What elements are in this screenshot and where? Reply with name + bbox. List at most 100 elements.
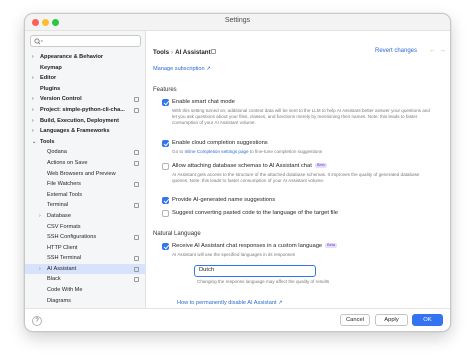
sidebar-item-build[interactable]: › Build, Execution, Deployment xyxy=(25,116,146,127)
sidebar-item-code-with-me[interactable]: Code With Me xyxy=(25,285,146,296)
breadcrumb-parent[interactable]: Tools xyxy=(153,49,169,56)
chevron-right-icon: › xyxy=(32,54,34,60)
project-level-icon xyxy=(134,97,139,103)
project-level-icon xyxy=(134,277,139,283)
project-level-icon xyxy=(134,160,139,166)
manage-subscription-link[interactable]: Manage subscription ↗ xyxy=(153,66,211,72)
breadcrumb-separator: › xyxy=(171,49,174,56)
cloud-completion-desc-suffix: to fine-tune completion suggestions xyxy=(248,149,323,154)
sidebar-item-diagrams[interactable]: Diagrams xyxy=(25,296,146,307)
breadcrumb-current: AI Assistant xyxy=(175,49,211,56)
sidebar-item-label: CSV Formats xyxy=(47,223,81,230)
language-hint: Changing the response language may affec… xyxy=(197,279,330,284)
sidebar-item-label: External Tools xyxy=(47,191,83,198)
sidebar-item-label: Editor xyxy=(40,75,57,82)
sidebar-item-label: Build, Execution, Deployment xyxy=(40,117,119,124)
db-schemas-description: AI Assistant gets access to the structur… xyxy=(172,172,420,183)
chevron-down-icon: ⌄ xyxy=(32,138,37,145)
db-schemas-checkbox[interactable] xyxy=(162,163,169,170)
title-bar: Settings xyxy=(25,14,450,31)
sidebar-item-label: Languages & Frameworks xyxy=(40,128,110,135)
apply-button[interactable]: Apply xyxy=(375,314,408,326)
project-level-icon xyxy=(134,256,139,262)
db-schemas-label-text: Allow attaching database schemas to AI A… xyxy=(172,162,312,169)
sidebar-item-ssh-terminal[interactable]: SSH Terminal xyxy=(25,253,146,264)
sidebar-item-label: SSH Terminal xyxy=(47,255,82,262)
sidebar-item-http-client[interactable]: HTTP Client xyxy=(25,243,146,254)
inline-completion-settings-link[interactable]: Inline Completion settings page xyxy=(185,149,249,154)
cloud-completion-desc-prefix: Go to xyxy=(172,149,185,154)
sidebar-item-label: AI Assistant xyxy=(47,265,77,272)
ok-button[interactable]: OK xyxy=(412,314,443,326)
sidebar-item-label: Database xyxy=(47,212,71,219)
sidebar-item-appearance[interactable]: › Appearance & Behavior xyxy=(25,52,146,63)
sidebar-item-label: Plugins xyxy=(40,85,61,92)
sidebar-item-label: Black xyxy=(47,276,61,283)
beta-badge: Beta xyxy=(325,242,337,248)
sidebar-item-plugins[interactable]: Plugins xyxy=(25,84,146,95)
smart-chat-description: With this setting turned on, additional … xyxy=(172,108,430,125)
sidebar-item-languages[interactable]: › Languages & Frameworks xyxy=(25,126,146,137)
smart-chat-checkbox[interactable] xyxy=(162,99,169,106)
chevron-right-icon: › xyxy=(32,75,34,82)
custom-language-label: Receive AI Assistant chat responses in a… xyxy=(172,242,337,249)
chevron-right-icon: › xyxy=(32,128,34,135)
db-schemas-label: Allow attaching database schemas to AI A… xyxy=(172,162,327,169)
project-level-icon xyxy=(134,182,139,188)
sidebar-item-keymap[interactable]: Keymap xyxy=(25,63,146,74)
help-icon[interactable]: ? xyxy=(32,316,42,326)
sidebar-item-label: HTTP Client xyxy=(47,244,78,251)
sidebar-item-label: Tools xyxy=(40,138,55,145)
sidebar-item-editor[interactable]: › Editor xyxy=(25,73,146,84)
settings-sidebar: › Appearance & Behavior Keymap › Editor … xyxy=(25,31,146,331)
sidebar-item-tools[interactable]: ⌄ Tools xyxy=(25,137,146,148)
cloud-completion-label: Enable cloud completion suggestions xyxy=(172,139,268,146)
convert-paste-checkbox[interactable] xyxy=(162,210,169,217)
sidebar-item-version-control[interactable]: › Version Control xyxy=(25,94,146,105)
response-language-input[interactable]: Dutch xyxy=(194,265,316,277)
back-arrow-icon[interactable]: ← xyxy=(429,47,436,54)
settings-tree: › Appearance & Behavior Keymap › Editor … xyxy=(25,52,146,306)
sidebar-item-database[interactable]: › Database xyxy=(25,211,146,222)
cloud-completion-checkbox[interactable] xyxy=(162,140,169,147)
dialog-footer: ? Cancel Apply OK xyxy=(25,308,450,331)
sidebar-item-ai-assistant[interactable]: › AI Assistant xyxy=(25,263,146,275)
chevron-right-icon: › xyxy=(39,212,41,219)
sidebar-item-label: Web Browsers and Preview xyxy=(47,170,116,177)
sidebar-item-label: Diagrams xyxy=(47,297,71,304)
disable-ai-assistant-link[interactable]: How to permanently disable AI Assistant … xyxy=(177,300,283,306)
custom-language-checkbox[interactable] xyxy=(162,243,169,250)
smart-chat-label: Enable smart chat mode xyxy=(172,98,235,105)
sidebar-item-project[interactable]: › Project: simple-python-cli-cha... xyxy=(25,105,146,116)
features-section-title: Features xyxy=(153,87,177,93)
sidebar-item-external-tools[interactable]: External Tools xyxy=(25,190,146,201)
project-level-icon xyxy=(134,150,139,156)
sidebar-item-black[interactable]: Black xyxy=(25,274,146,285)
cloud-completion-description: Go to Inline Completion settings page to… xyxy=(172,149,434,155)
settings-search-input[interactable] xyxy=(30,35,141,47)
project-level-icon xyxy=(134,266,139,272)
settings-window: Settings › Appearance & Behavior Keymap … xyxy=(24,13,451,332)
search-icon xyxy=(34,38,43,45)
sidebar-item-ssh-configurations[interactable]: SSH Configurations xyxy=(25,232,146,243)
settings-content: Tools › AI Assistant Revert changes ← → Ma… xyxy=(147,31,450,331)
sidebar-item-csv-formats[interactable]: CSV Formats xyxy=(25,222,146,233)
sidebar-item-actions-on-save[interactable]: Actions on Save xyxy=(25,158,146,169)
chevron-right-icon: › xyxy=(32,106,34,113)
chevron-right-icon: › xyxy=(32,117,34,124)
project-level-icon xyxy=(134,235,139,241)
sidebar-item-label: Appearance & Behavior xyxy=(40,54,104,60)
sidebar-item-terminal[interactable]: Terminal xyxy=(25,200,146,211)
sidebar-item-qodana[interactable]: Qodana xyxy=(25,147,146,158)
name-suggestions-checkbox[interactable] xyxy=(162,197,169,204)
project-level-icon xyxy=(211,49,216,54)
custom-language-label-text: Receive AI Assistant chat responses in a… xyxy=(172,242,323,249)
sidebar-item-web-browsers[interactable]: Web Browsers and Preview xyxy=(25,169,146,180)
forward-arrow-icon[interactable]: → xyxy=(439,47,446,54)
sidebar-item-label: Project: simple-python-cli-cha... xyxy=(40,106,125,113)
cancel-button[interactable]: Cancel xyxy=(340,314,370,326)
sidebar-item-file-watchers[interactable]: File Watchers xyxy=(25,179,146,190)
revert-changes-link[interactable]: Revert changes xyxy=(375,48,417,54)
sidebar-item-label: Terminal xyxy=(47,202,69,209)
convert-paste-label: Suggest converting pasted code to the la… xyxy=(172,209,338,216)
